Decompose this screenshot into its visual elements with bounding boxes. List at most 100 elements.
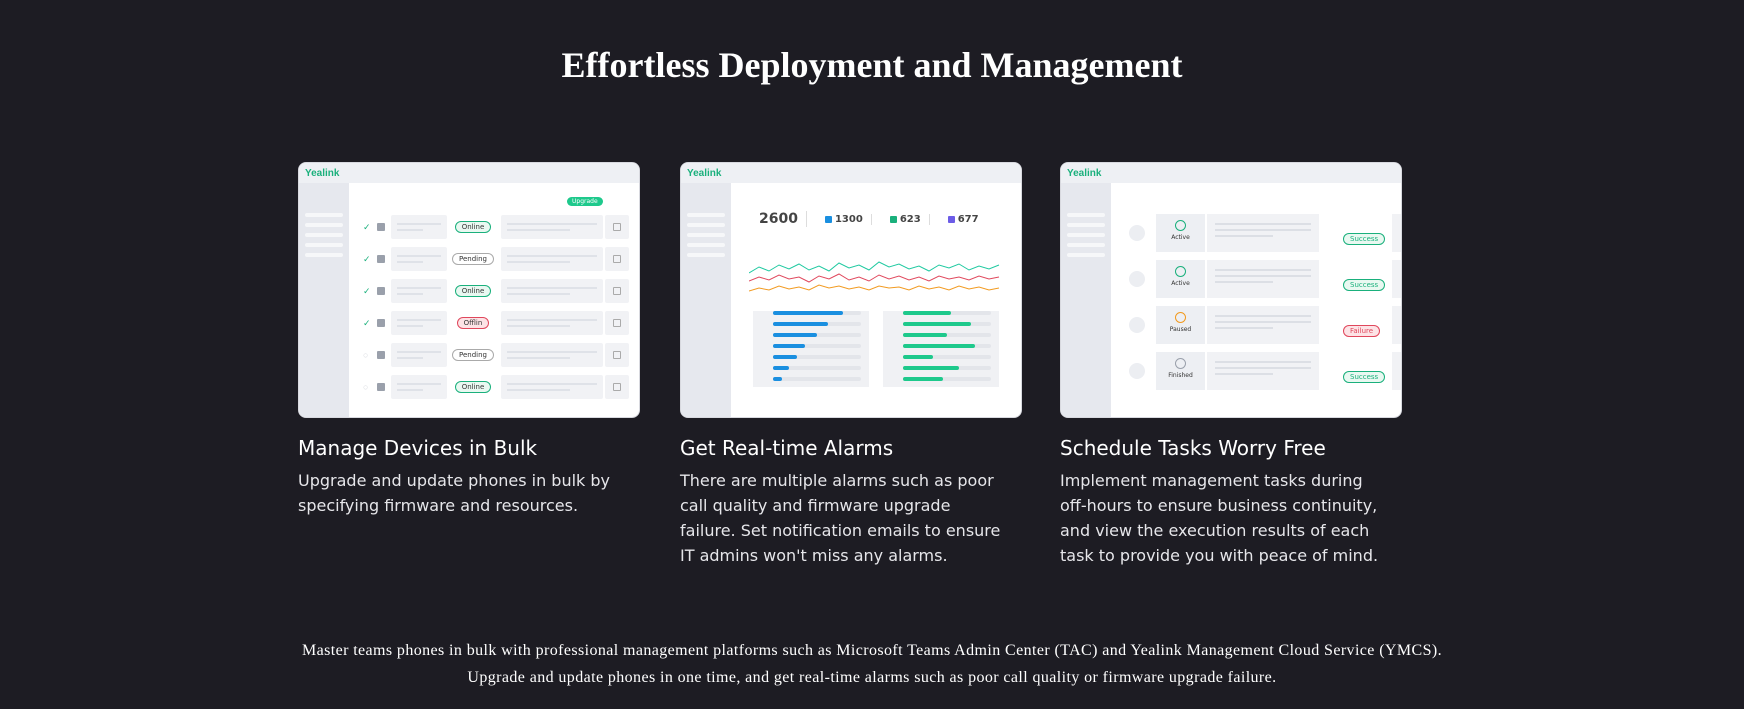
lock-icon <box>947 215 955 223</box>
phone-icon <box>377 383 385 391</box>
task-result-pill: Success <box>1343 233 1386 245</box>
edit-icon <box>613 383 621 391</box>
status-pill: Pending <box>452 349 494 361</box>
screenshot-sidebar <box>299 183 349 417</box>
device-row: ○ Pending <box>349 341 639 369</box>
stat-purple: 677 <box>940 214 987 225</box>
status-pill: Pending <box>452 253 494 265</box>
card-description: Implement management tasks during off-ho… <box>1060 471 1379 565</box>
clock-icon <box>1175 220 1186 231</box>
footer-line-1: Master teams phones in bulk with profess… <box>301 642 1443 659</box>
edit-icon <box>613 319 621 327</box>
task-end-cell <box>1392 306 1401 344</box>
task-status: Active <box>1156 214 1205 252</box>
task-avatar <box>1129 225 1145 241</box>
upgrade-badge: Upgrade <box>567 197 603 206</box>
phone-icon <box>377 255 385 263</box>
task-avatar <box>1129 317 1145 333</box>
action-cell <box>605 375 629 399</box>
yealink-logo: Yealink <box>305 167 340 179</box>
cell <box>391 311 447 335</box>
cell <box>501 215 603 239</box>
card-description: There are multiple alarms such as poor c… <box>680 471 1001 565</box>
status-pill: Online <box>454 381 492 393</box>
schedule-tasks-screenshot: Yealink Active Success Active Success Paused… <box>1060 162 1402 418</box>
action-cell <box>605 343 629 367</box>
device-row: ○ Online <box>349 373 639 401</box>
bars-panel-left <box>753 311 869 387</box>
action-cell <box>605 247 629 271</box>
status-pill: Online <box>454 221 492 233</box>
edit-icon <box>613 255 621 263</box>
task-avatar <box>1129 271 1145 287</box>
device-icon <box>889 215 897 223</box>
cell <box>501 247 603 271</box>
task-result-pill: Success <box>1343 279 1386 291</box>
task-row: Active Success <box>1111 213 1401 253</box>
phone-icon <box>377 351 385 359</box>
task-details <box>1207 214 1319 252</box>
checkbox-icon: ○ <box>363 382 369 392</box>
task-details <box>1207 306 1319 344</box>
phone-icon <box>377 223 385 231</box>
status-pill: Online <box>454 285 492 297</box>
edit-icon <box>613 287 621 295</box>
cell <box>501 279 603 303</box>
phone-icon <box>377 319 385 327</box>
task-row: Finished Success <box>1111 351 1401 391</box>
task-end-cell <box>1392 214 1401 252</box>
yealink-logo: Yealink <box>687 167 722 179</box>
edit-icon <box>613 351 621 359</box>
screenshot-sidebar <box>681 183 731 417</box>
stat-green: 623 <box>882 213 930 225</box>
task-row: Paused Failure <box>1111 305 1401 345</box>
task-result-pill: Failure <box>1343 325 1381 337</box>
card-heading: Get Real-time Alarms <box>680 436 894 460</box>
device-row: ✓ Online <box>349 277 639 305</box>
task-status: Paused <box>1156 306 1205 344</box>
clock-icon <box>1175 312 1186 323</box>
trend-line-red <box>749 273 1000 283</box>
status-pill: Offlin <box>456 317 490 329</box>
task-details <box>1207 260 1319 298</box>
section-title: Effortless Deployment and Management <box>561 45 1183 85</box>
action-cell <box>605 279 629 303</box>
task-details <box>1207 352 1319 390</box>
task-end-cell <box>1392 260 1401 298</box>
stat-blue: 1300 <box>817 213 872 225</box>
clock-icon <box>1175 266 1186 277</box>
trend-line-orange <box>749 284 1000 292</box>
checkbox-icon: ✓ <box>363 286 371 296</box>
checkbox-icon: ✓ <box>363 222 371 232</box>
task-result-pill: Success <box>1343 371 1386 383</box>
footer-line-2: Upgrade and update phones in one time, a… <box>467 669 1277 686</box>
device-row: ✓ Pending <box>349 245 639 273</box>
alarm-trend-chart <box>749 261 1000 292</box>
device-row: ✓ Online <box>349 213 639 241</box>
checkbox-icon: ○ <box>363 350 369 360</box>
card-heading: Manage Devices in Bulk <box>298 436 538 460</box>
feature-card-manage-devices: Yealink Upgrade ✓ Online ✓ Pending ✓ Online ✓ O… <box>298 162 640 518</box>
device-row: ✓ Offlin <box>349 309 639 337</box>
checkbox-icon: ✓ <box>363 318 371 328</box>
action-cell <box>605 215 629 239</box>
alarm-stats: 2600 1300 623 677 <box>751 211 1001 227</box>
task-status: Finished <box>1156 352 1205 390</box>
action-cell <box>605 311 629 335</box>
card-heading: Schedule Tasks Worry Free <box>1060 436 1326 460</box>
task-status: Active <box>1156 260 1205 298</box>
manage-devices-screenshot: Yealink Upgrade ✓ Online ✓ Pending ✓ Online ✓ O… <box>298 162 640 418</box>
task-end-cell <box>1392 352 1401 390</box>
task-avatar <box>1129 363 1145 379</box>
cell <box>501 375 603 399</box>
footer-text: Master teams phones in bulk with profess… <box>0 637 1744 691</box>
cell <box>501 311 603 335</box>
cell <box>391 247 447 271</box>
yealink-logo: Yealink <box>1067 167 1102 179</box>
cell <box>391 343 447 367</box>
cell <box>501 343 603 367</box>
checkbox-icon: ✓ <box>363 254 371 264</box>
monitor-icon <box>824 215 832 223</box>
feature-card-schedule-tasks: Yealink Active Success Active Success Paused… <box>1060 162 1402 568</box>
task-row: Active Success <box>1111 259 1401 299</box>
